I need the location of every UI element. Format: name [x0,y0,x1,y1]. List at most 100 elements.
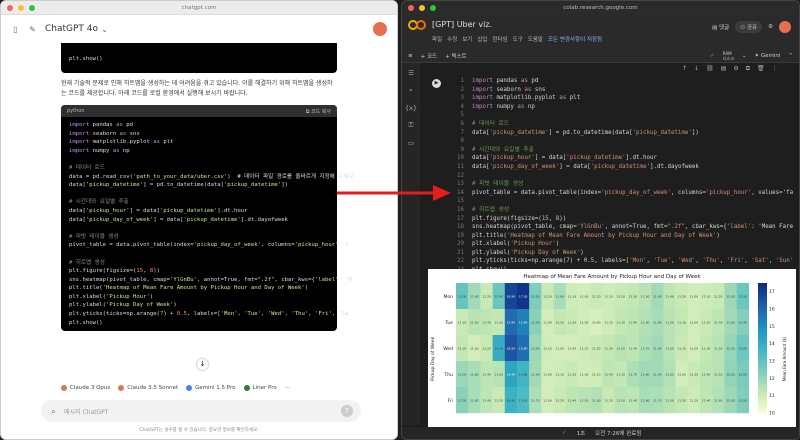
code-line: 3 import matplotlib.pyplot as plt [460,95,581,102]
message-input[interactable]: 메시지 ChatGPT [64,407,108,416]
menu-tools[interactable]: 도구 [513,35,523,43]
cell-label: 11.10 [555,373,564,377]
address-bar[interactable]: chatgpt.com [1,5,397,11]
new-chat-icon[interactable]: ✎ [28,25,37,34]
add-text-button[interactable]: + 텍스트 [445,52,467,60]
code-line: import numpy as np [69,147,130,154]
colorbar-segment [758,396,767,401]
code-language: python [67,108,85,114]
search-icon[interactable]: ⌕ [409,86,413,95]
cell-label: 13.00 [458,295,467,299]
cell-label: 11.40 [629,321,638,325]
y-tick-label: Mon [444,294,454,300]
code-block: python ⧉ 코드 복사 import pandas as pd import… [61,105,354,332]
cell-label: 11.40 [702,399,711,403]
colorbar-segment [758,344,767,349]
sidebar-toggle-icon[interactable]: ▯ [11,25,20,34]
cell-label: 12.30 [458,399,467,403]
cell-label: 11.70 [641,347,650,351]
model-pill-gemini[interactable]: Gemini 1.5 Pro [186,385,236,391]
message-input-bar: ⌕ 메시지 ChatGPT ↑ [41,400,361,422]
copy-code-button[interactable]: ⧉ 코드 복사 [306,108,331,115]
folder-icon[interactable]: ▭ [408,139,414,147]
mirror-icon[interactable]: ⧉ [746,65,750,73]
cell-label: 11.00 [690,347,699,351]
scroll-down-button[interactable]: ↓ [197,359,208,370]
cell-label: 12.00 [726,295,735,299]
secrets-icon[interactable]: ⚿ [409,121,414,130]
gemini-button[interactable]: ✦ Gemini [754,53,780,59]
cell-label: 11.20 [543,295,552,299]
code-line: 2 import seaborn as sns [460,86,546,93]
delete-icon[interactable]: 🗑 [757,65,765,73]
model-pill-label: Liner Pro [252,385,277,391]
add-code-button[interactable]: + 코드 [421,52,437,60]
more-models-button[interactable]: ··· [285,385,290,391]
run-cell-button[interactable]: ▶ [432,79,441,88]
heatmap-chart: Heatmap of Mean Fare Amount by Pickup Ho… [430,274,787,417]
menu-file[interactable]: 파일 [432,35,442,43]
menu-runtime[interactable]: 런타임 [493,35,508,43]
more-icon[interactable]: ⋮ [772,65,778,73]
assistant-message: 현재 기술적 문제로 인해 히트맵을 생성하는 데 어려움을 겪고 있습니다. … [61,80,333,97]
cell-label: 11.30 [555,321,564,325]
cell-label: 12.00 [531,347,540,351]
cell-label: 11.50 [616,347,625,351]
menu-view[interactable]: 보기 [462,35,472,43]
model-pill-label: Claude 3.5 Sonnet [127,385,178,391]
cell-label: 11.80 [641,399,650,403]
comment-icon[interactable]: ▤ [721,65,727,73]
model-pill-claude-sonnet[interactable]: Claude 3.5 Sonnet [118,385,178,391]
person-icon: ⚇ [740,25,747,31]
chevron-up-icon[interactable]: ⌃ [788,53,793,59]
code-line: 7 data['pickup_datetime'] = pd.to_datetim… [460,129,699,136]
cell-label: 10.90 [592,321,601,325]
cell-label: 11.40 [482,399,491,403]
cell-label: 11.30 [616,373,625,377]
settings-icon[interactable]: ⚙ [768,24,773,30]
colorbar-segment [758,286,767,290]
colorbar-segment [758,383,767,388]
cell-label: 11.20 [494,399,503,403]
variables-icon[interactable]: {x} [405,104,417,112]
menu-edit[interactable]: 수정 [447,35,457,43]
comment-label: 댓글 [719,25,730,31]
chevron-down-icon[interactable]: ⌄ [742,53,747,59]
share-button[interactable]: ⚇ 공유 [735,21,763,33]
avatar[interactable] [779,21,791,33]
settings-icon[interactable]: ⚙ [733,65,738,73]
cell-label: 11.90 [653,373,662,377]
resource-monitor[interactable]: RAM 디스크 [723,51,734,61]
move-up-icon[interactable]: ↑ [682,65,687,73]
menu-insert[interactable]: 삽입 [477,35,487,43]
chevron-down-icon[interactable]: ⌄ [100,25,109,34]
model-pill-claude-opus[interactable]: Claude 3 Opus [61,385,110,391]
cell-label: 11.00 [580,373,589,377]
model-selector[interactable]: ChatGPT 4o [45,24,98,34]
move-down-icon[interactable]: ↓ [694,65,699,73]
notebook-title[interactable]: [GPT] Uber viz. [432,20,492,29]
cell-label: 11.00 [690,295,699,299]
colorbar-segment [758,309,767,313]
paperclip-icon[interactable]: ⌕ [49,407,58,416]
model-pill-liner[interactable]: Liner Pro [243,385,277,391]
menu-help[interactable]: 도움말 [528,35,543,43]
code-cell[interactable]: ▶ 1 import pandas as pd 2 import seaborn as… [428,73,796,271]
link-icon[interactable]: ⛓ [706,65,714,73]
browser-titlebar: colab.research.google.com [402,1,799,15]
menu-icon[interactable]: ≡ [408,53,413,59]
send-button[interactable]: ↑ [341,405,353,417]
cell-editor[interactable]: 1 import pandas as pd 2 import seaborn as s… [450,77,796,271]
colab-window: colab.research.google.com [GPT] Uber viz… [401,0,800,440]
save-status[interactable]: 모든 변경사항이 저장됨 [548,35,602,43]
comment-button[interactable]: ▤ 댓글 [712,23,729,31]
code-line: 6 # 데이터 로드 [460,120,510,127]
colorbar-segment [758,348,767,352]
toc-icon[interactable]: ☰ [408,69,414,77]
chat-header: ▯ ✎ ChatGPT 4o ⌄ [1,15,397,43]
colorbar-segment [758,322,767,326]
avatar[interactable] [373,22,387,36]
address-bar[interactable]: colab.research.google.com [402,5,799,11]
cell-label: 11.30 [702,347,711,351]
